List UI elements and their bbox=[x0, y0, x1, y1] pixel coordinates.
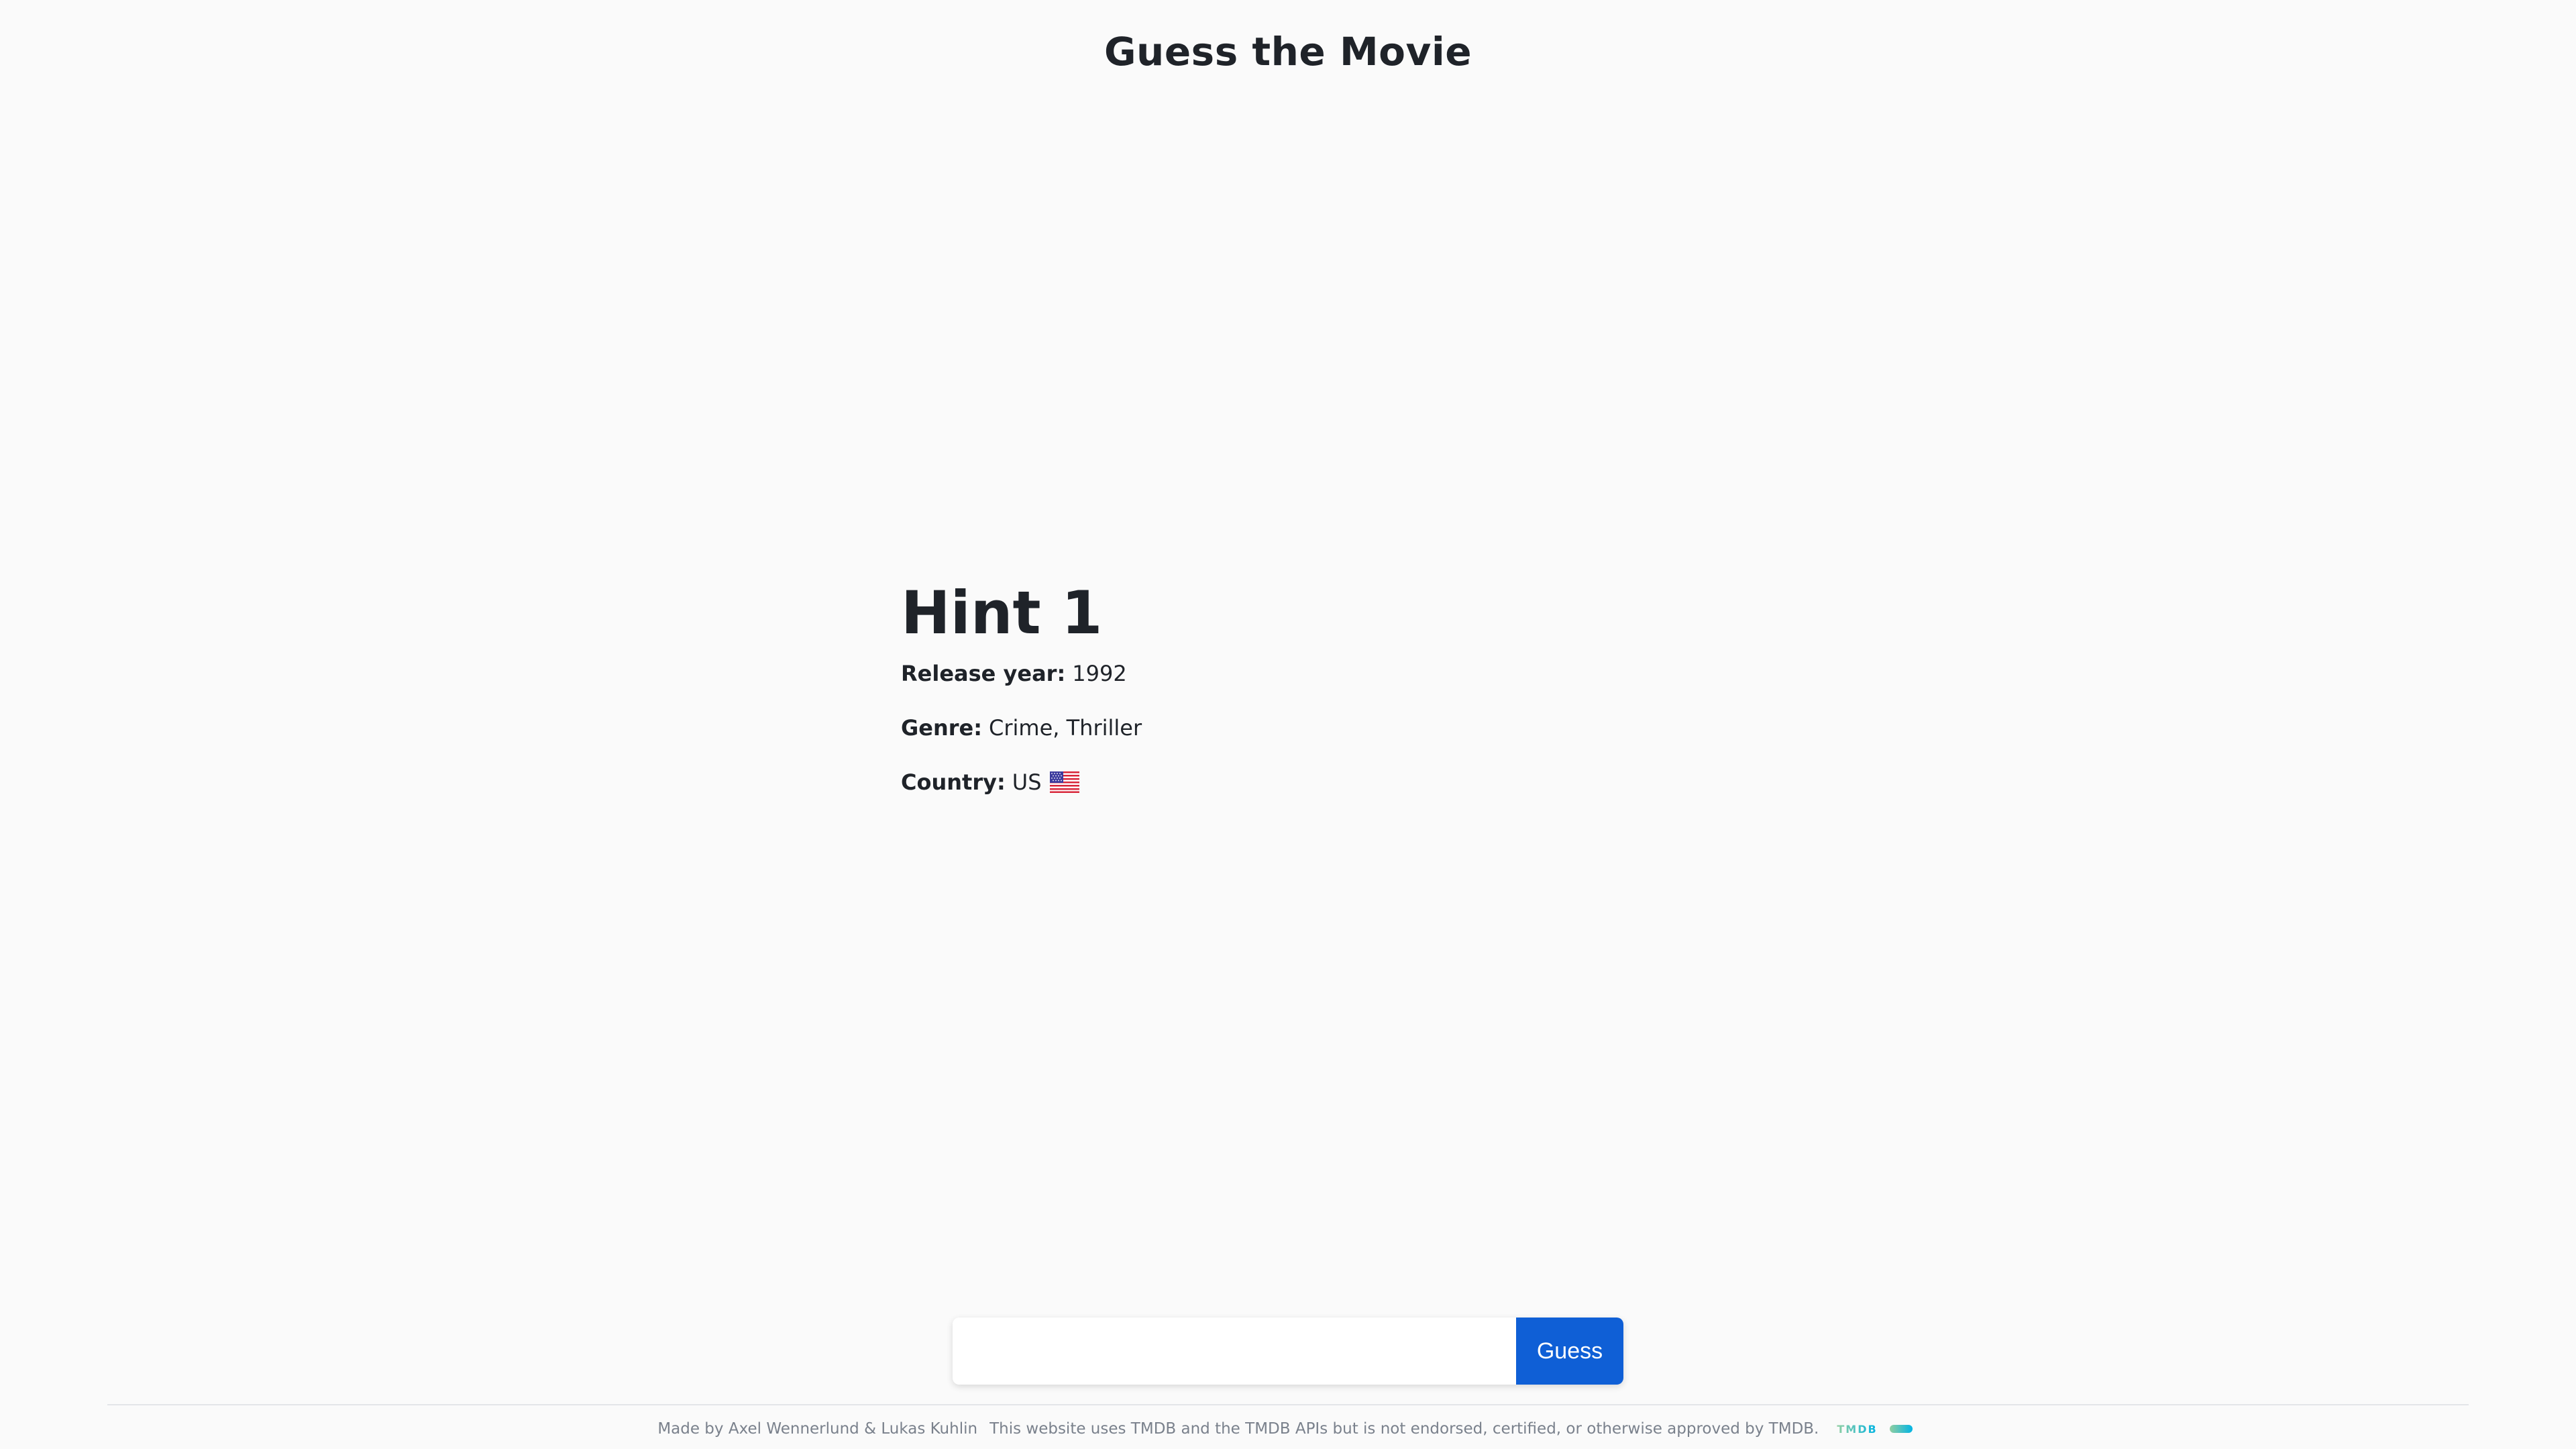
us-flag-icon bbox=[1049, 771, 1079, 793]
page-title: Guess the Movie bbox=[1104, 29, 1472, 74]
guess-input[interactable] bbox=[953, 1318, 1516, 1385]
hint-label: Genre: bbox=[901, 715, 983, 741]
hint-genre: Genre: Crime, Thriller bbox=[901, 714, 1142, 741]
tmdb-logo-icon[interactable]: TMDB bbox=[1831, 1423, 1918, 1436]
tmdb-logo-text: TMDB bbox=[1837, 1422, 1878, 1436]
hint-label: Country: bbox=[901, 769, 1006, 795]
page: Guess the Movie Hint 1 Release year: 199… bbox=[0, 0, 2576, 1449]
guess-button[interactable]: Guess bbox=[1516, 1318, 1623, 1385]
hint-title: Hint 1 bbox=[901, 578, 1103, 647]
hint-value: Crime, Thriller bbox=[989, 715, 1142, 741]
hint-label: Release year: bbox=[901, 661, 1066, 686]
footer-credits: Made by Axel Wennerlund & Lukas Kuhlin bbox=[657, 1420, 978, 1438]
hint-card: Hint 1 Release year: 1992 Genre: Crime, … bbox=[901, 578, 1142, 823]
hint-value: US bbox=[1012, 769, 1042, 795]
hint-value: 1992 bbox=[1072, 661, 1127, 686]
hint-country: Country: US bbox=[901, 769, 1142, 796]
hint-release-year: Release year: 1992 bbox=[901, 660, 1142, 687]
footer-disclaimer: This website uses TMDB and the TMDB APIs… bbox=[989, 1420, 1819, 1438]
footer: Made by Axel Wennerlund & Lukas Kuhlin T… bbox=[0, 1415, 2576, 1442]
tmdb-logo-pill bbox=[1889, 1425, 1913, 1433]
guess-form: Guess bbox=[953, 1318, 1623, 1385]
footer-divider bbox=[107, 1404, 2469, 1405]
